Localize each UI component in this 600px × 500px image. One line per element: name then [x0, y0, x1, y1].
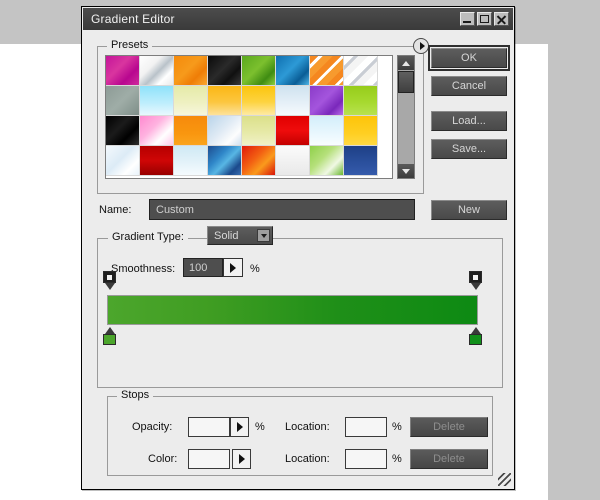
name-label: Name: — [99, 204, 132, 216]
preset-swatch-pink-white-diagonal[interactable] — [140, 116, 174, 146]
preset-swatch-white-gray-stripe-diagonal[interactable] — [344, 56, 378, 86]
opacity-field-label: Opacity: — [132, 421, 173, 433]
preset-swatch-orange-stripe-diagonal[interactable] — [310, 56, 344, 86]
presets-scroll-thumb[interactable] — [398, 71, 414, 93]
load-button[interactable]: Load... — [431, 111, 507, 131]
preset-swatch-magenta-diagonal[interactable] — [106, 56, 140, 86]
color-stepper-icon[interactable] — [232, 449, 251, 469]
preset-swatch-amber-gold[interactable] — [208, 86, 242, 116]
stops-group: Stops Opacity: % Location: % Delete Colo… — [107, 389, 493, 476]
preset-swatch-cyan-light[interactable] — [140, 86, 174, 116]
color-location-label: Location: — [285, 453, 330, 465]
preset-swatch-gray-sage[interactable] — [106, 86, 140, 116]
new-button[interactable]: New — [431, 200, 507, 220]
preset-swatch-white-blue-wash[interactable] — [106, 146, 140, 176]
opacity-stop-left[interactable] — [103, 271, 116, 290]
save-button[interactable]: Save... — [431, 139, 507, 159]
preset-swatch-black-charcoal-diagonal[interactable] — [208, 56, 242, 86]
resize-grip-icon[interactable] — [498, 473, 511, 486]
name-input[interactable]: Custom — [149, 199, 415, 220]
smoothness-label: Smoothness: — [111, 263, 176, 275]
preset-swatch-pale-yellow-green[interactable] — [174, 86, 208, 116]
preset-swatch-green-white-diagonal[interactable] — [310, 146, 344, 176]
gradient-settings-group: Gradient Type: Solid Smoothness: 100 % — [97, 226, 503, 388]
minimize-icon[interactable] — [460, 12, 475, 26]
presets-scrollbar[interactable] — [397, 55, 415, 179]
preset-swatch-yellow-gold-solid[interactable] — [344, 116, 378, 146]
gradient-type-value: Solid — [214, 229, 239, 242]
preset-swatch-red-orange-diagonal[interactable] — [242, 146, 276, 176]
preset-swatch-pale-cyan-white[interactable] — [310, 116, 344, 146]
chevron-down-icon[interactable] — [257, 229, 270, 242]
window-title: Gradient Editor — [91, 12, 175, 26]
gradient-preview-bar[interactable] — [107, 295, 478, 325]
color-location-input[interactable] — [345, 449, 387, 469]
title-bar[interactable]: Gradient Editor — [83, 8, 513, 30]
preset-swatch-black-fade-diagonal[interactable] — [106, 116, 140, 146]
color-delete-button[interactable]: Delete — [410, 449, 488, 469]
presets-group: Presets — [97, 38, 429, 194]
stops-label: Stops — [117, 389, 154, 401]
color-stop-left[interactable] — [103, 327, 116, 345]
smoothness-input[interactable]: 100 — [183, 258, 223, 277]
preset-swatch-white-silver-diagonal[interactable] — [140, 56, 174, 86]
preset-swatch-khaki-yellow[interactable] — [242, 116, 276, 146]
opacity-stop-right[interactable] — [469, 271, 482, 290]
window-controls — [460, 12, 513, 26]
opacity-delete-button[interactable]: Delete — [410, 417, 488, 437]
presets-swatch-area[interactable] — [105, 55, 393, 179]
opacity-stepper-icon[interactable] — [230, 417, 249, 437]
preset-swatch-solid-orange[interactable] — [174, 116, 208, 146]
preset-swatch-navy-blue[interactable] — [344, 146, 378, 176]
screen: Gradient Editor Presets OK Cancel Load..… — [0, 0, 600, 500]
opacity-input[interactable] — [188, 417, 230, 437]
preset-swatch-pale-aqua[interactable] — [174, 146, 208, 176]
preset-swatch-pale-blue-white[interactable] — [276, 86, 310, 116]
presets-label: Presets — [107, 39, 153, 51]
preset-swatch-blue-streak-diagonal[interactable] — [208, 146, 242, 176]
preset-swatch-orange-diagonal[interactable] — [174, 56, 208, 86]
preset-swatch-red-crimson[interactable] — [276, 116, 310, 146]
desktop-background-right — [548, 0, 600, 500]
opacity-location-input[interactable] — [345, 417, 387, 437]
maximize-icon[interactable] — [477, 12, 492, 26]
opacity-percent-label: % — [255, 421, 265, 433]
preset-swatch-white-plain[interactable] — [276, 146, 310, 176]
gradient-type-select[interactable]: Solid — [207, 226, 273, 245]
presets-menu-icon[interactable] — [413, 38, 429, 54]
preset-swatch-green-leaf-diagonal[interactable] — [242, 56, 276, 86]
gradient-editor-dialog: Gradient Editor Presets OK Cancel Load..… — [81, 6, 515, 490]
preset-swatch-golden-yellow[interactable] — [242, 86, 276, 116]
preset-swatch-blue-white-soft[interactable] — [208, 116, 242, 146]
color-location-percent-label: % — [392, 453, 402, 465]
ok-button[interactable]: OK — [428, 45, 510, 71]
opacity-location-label: Location: — [285, 421, 330, 433]
preset-swatch-blue-sky-diagonal[interactable] — [276, 56, 310, 86]
opacity-location-percent-label: % — [392, 421, 402, 433]
preset-swatch-dark-red[interactable] — [140, 146, 174, 176]
smoothness-stepper-icon[interactable] — [223, 258, 243, 277]
dialog-client-area: Presets OK Cancel Load... Save... New Na… — [83, 30, 513, 488]
cancel-button[interactable]: Cancel — [431, 76, 507, 96]
color-stop-row: Color: Location: % Delete — [108, 449, 492, 471]
close-icon[interactable] — [494, 12, 509, 26]
scroll-down-icon[interactable] — [398, 164, 414, 178]
preset-swatch-lime-green[interactable] — [344, 86, 378, 116]
color-swatch-input[interactable] — [188, 449, 230, 469]
gradient-type-label: Gradient Type: — [108, 231, 188, 243]
scroll-up-icon[interactable] — [398, 56, 414, 70]
preset-swatch-purple-violet-diagonal[interactable] — [310, 86, 344, 116]
color-stop-right[interactable] — [469, 327, 482, 345]
opacity-stop-row: Opacity: % Location: % Delete — [108, 417, 492, 439]
presets-swatch-grid — [106, 56, 392, 176]
color-field-label: Color: — [148, 453, 178, 465]
smoothness-percent-label: % — [250, 263, 260, 275]
